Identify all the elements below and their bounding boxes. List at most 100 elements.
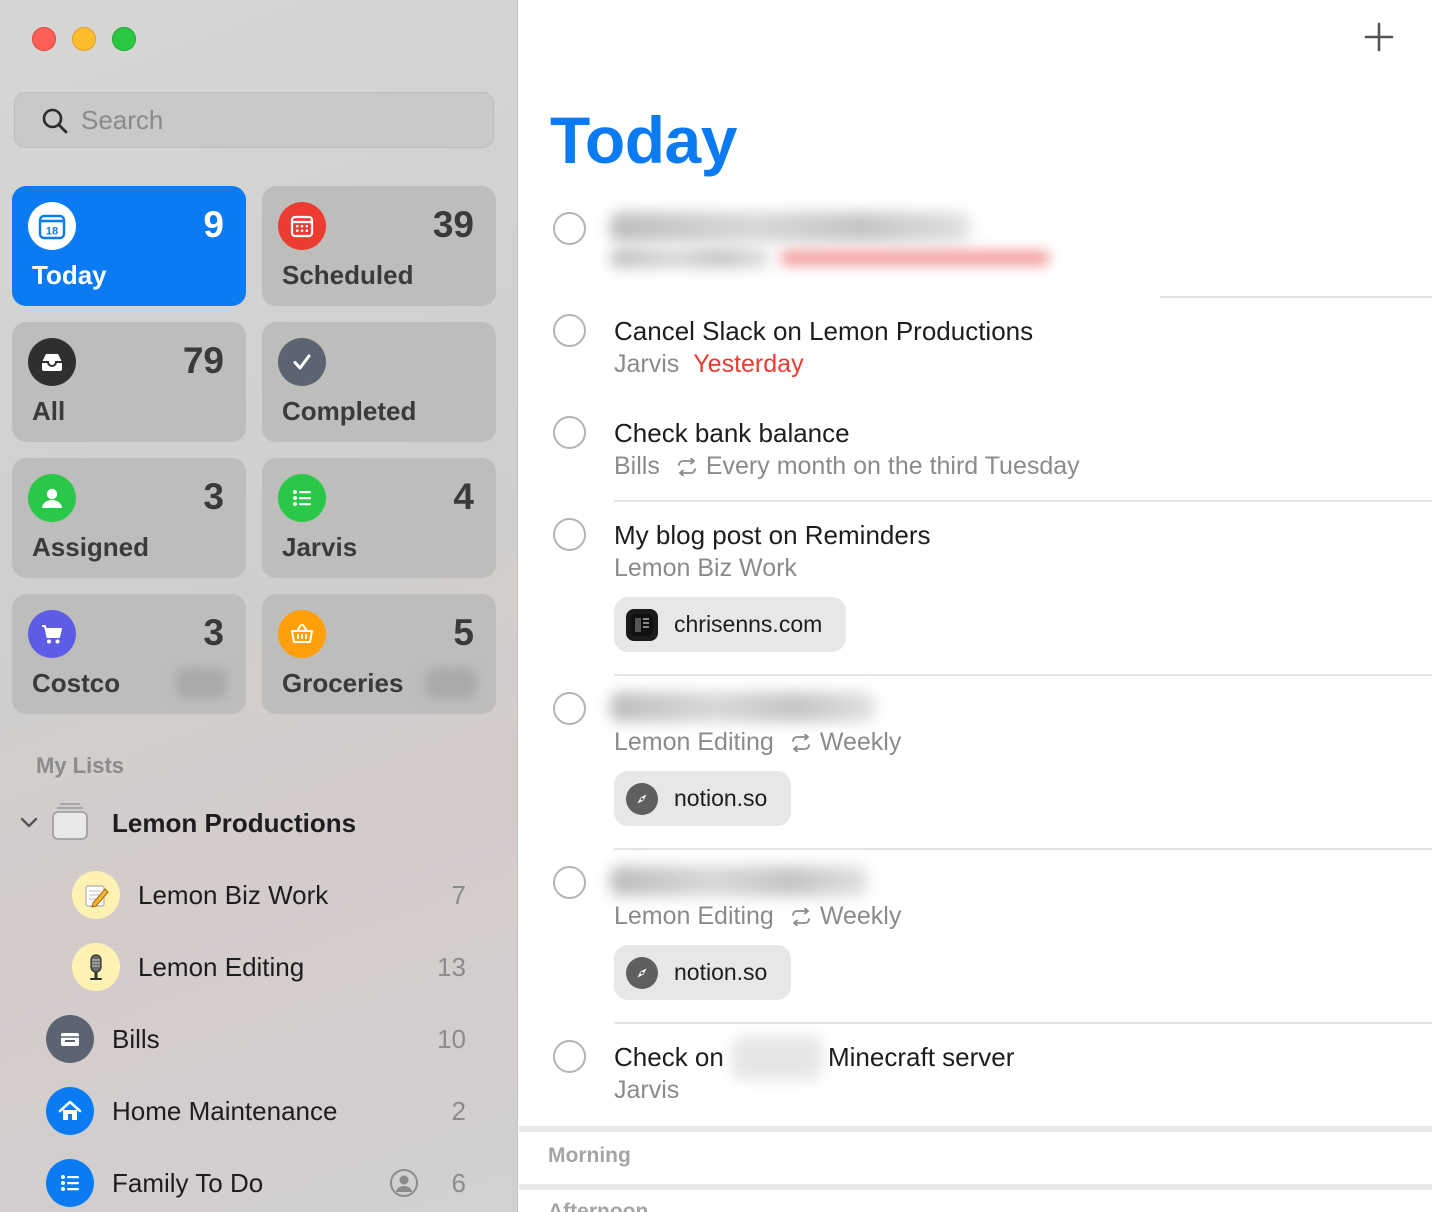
- list-item-bills[interactable]: Bills 10: [0, 1010, 517, 1070]
- redacted-task-title: [610, 692, 875, 722]
- task-list-name: Jarvis: [614, 1076, 680, 1104]
- section-divider: [519, 1184, 1432, 1190]
- close-window-button[interactable]: [32, 27, 56, 51]
- task-subtitle: Jarvis: [614, 1076, 679, 1105]
- smart-list-count: 4: [453, 476, 474, 517]
- site-favicon-icon: [626, 608, 658, 641]
- task-title[interactable]: My blog post on Reminders: [614, 520, 930, 551]
- task-complete-checkbox[interactable]: [553, 314, 586, 347]
- list-group-lemon-productions[interactable]: Lemon Productions: [0, 794, 517, 854]
- smart-list-today[interactable]: 18 9 Today: [12, 186, 246, 306]
- smart-list-groceries[interactable]: 5 Groceries: [262, 594, 496, 714]
- smart-list-count: 5: [453, 612, 474, 653]
- calendar-icon: [278, 202, 326, 250]
- microphone-emoji-icon: [72, 943, 120, 991]
- task-link-chip[interactable]: notion.so: [614, 771, 792, 826]
- memo-emoji-icon: [72, 871, 120, 919]
- list-count: 13: [437, 952, 466, 982]
- task-list-name: Lemon Editing: [614, 902, 774, 930]
- redacted-avatar: [426, 668, 476, 698]
- calendar-18-icon: 18: [28, 202, 76, 250]
- list-item-family-to-do[interactable]: Family To Do 6: [0, 1154, 517, 1212]
- smart-list-label: All: [32, 396, 66, 426]
- smart-list-count: 3: [203, 612, 224, 653]
- list-label: Lemon Biz Work: [138, 880, 329, 910]
- task-link-chip[interactable]: notion.so: [614, 945, 792, 1000]
- task-complete-checkbox[interactable]: [553, 1040, 586, 1073]
- tray-icon: [46, 1015, 94, 1063]
- task-subtitle: Lemon Biz Work: [614, 554, 797, 583]
- list-label: Home Maintenance: [112, 1096, 338, 1126]
- task-complete-checkbox[interactable]: [553, 866, 586, 899]
- task-complete-checkbox[interactable]: [553, 692, 586, 725]
- task-title-start[interactable]: Check on: [614, 1042, 724, 1073]
- search-input[interactable]: [81, 93, 481, 147]
- task-title-end[interactable]: Minecraft server: [828, 1042, 1014, 1073]
- task-repeat-rule: Every month on the third Tuesday: [705, 452, 1080, 480]
- redacted-avatar: [176, 668, 226, 698]
- section-divider: [519, 1126, 1432, 1132]
- list-count: 6: [451, 1168, 466, 1198]
- list-count: 10: [437, 1024, 466, 1054]
- task-list-name: Lemon Editing: [614, 728, 774, 756]
- list-label: Family To Do: [112, 1168, 264, 1198]
- repeat-icon: [791, 907, 810, 926]
- minimize-window-button[interactable]: [72, 27, 96, 51]
- search-field[interactable]: [14, 92, 494, 148]
- task-complete-checkbox[interactable]: [553, 518, 586, 551]
- smart-list-costco[interactable]: 3 Costco: [12, 594, 246, 714]
- chevron-down-icon[interactable]: [18, 811, 40, 833]
- redacted-task-title: [610, 212, 970, 242]
- smart-list-count: 79: [182, 340, 224, 381]
- section-header-afternoon: Afternoon: [548, 1200, 649, 1212]
- smart-list-completed[interactable]: Completed: [262, 322, 496, 442]
- add-reminder-button[interactable]: [1362, 20, 1396, 54]
- person-icon: [28, 474, 76, 522]
- task-complete-checkbox[interactable]: [553, 212, 586, 245]
- list-item-lemon-editing[interactable]: Lemon Editing 13: [0, 938, 517, 998]
- folder-stack-icon: [52, 803, 88, 840]
- smart-list-label: Jarvis: [282, 532, 358, 562]
- checkmark-icon: [278, 338, 326, 386]
- redacted-task-subtitle: [610, 248, 770, 268]
- list-item-home-maintenance[interactable]: Home Maintenance 2: [0, 1082, 517, 1142]
- my-lists-header: My Lists: [36, 753, 125, 778]
- list-bullet-icon: [278, 474, 326, 522]
- smart-list-assigned[interactable]: 3 Assigned: [12, 458, 246, 578]
- task-repeat-rule: Weekly: [819, 728, 902, 756]
- shared-person-icon: [390, 1169, 418, 1197]
- list-item-lemon-biz-work[interactable]: Lemon Biz Work 7: [0, 866, 517, 926]
- smart-list-label: Assigned: [32, 532, 150, 562]
- sidebar: 18 9 Today 39 Scheduled 79 All: [0, 0, 518, 1212]
- divider: [614, 1022, 1432, 1024]
- smart-list-jarvis[interactable]: 4 Jarvis: [262, 458, 496, 578]
- task-subtitle: Bills Every month on the third Tuesday: [614, 452, 1080, 481]
- smart-list-label: Today: [32, 260, 107, 290]
- task-list-name: Jarvis: [614, 350, 680, 378]
- task-subtitle: Lemon Editing Weekly: [614, 902, 901, 931]
- smart-list-scheduled[interactable]: 39 Scheduled: [262, 186, 496, 306]
- task-complete-checkbox[interactable]: [553, 416, 586, 449]
- repeat-icon: [791, 733, 810, 752]
- smart-list-label: Groceries: [282, 668, 404, 698]
- list-label: Lemon Editing: [138, 952, 305, 982]
- smart-list-count: 9: [203, 204, 224, 245]
- smart-list-label: Scheduled: [282, 260, 414, 290]
- redacted-task-title: [610, 866, 868, 896]
- repeat-icon: [677, 457, 696, 476]
- list-count: 2: [451, 1096, 466, 1126]
- svg-text:18: 18: [46, 226, 58, 238]
- section-header-morning: Morning: [548, 1144, 631, 1167]
- smart-list-label: Costco: [32, 668, 121, 698]
- task-link-chip[interactable]: chrisenns.com: [614, 597, 847, 652]
- link-chip-label: chrisenns.com: [674, 611, 823, 637]
- compass-icon: [626, 956, 658, 989]
- task-repeat-rule: Weekly: [819, 902, 902, 930]
- search-icon: [42, 108, 68, 134]
- task-title[interactable]: Cancel Slack on Lemon Productions: [614, 316, 1033, 347]
- task-title[interactable]: Check bank balance: [614, 418, 850, 449]
- zoom-window-button[interactable]: [112, 27, 136, 51]
- task-list-name: Bills: [614, 452, 660, 480]
- smart-list-count: 3: [203, 476, 224, 517]
- smart-list-all[interactable]: 79 All: [12, 322, 246, 442]
